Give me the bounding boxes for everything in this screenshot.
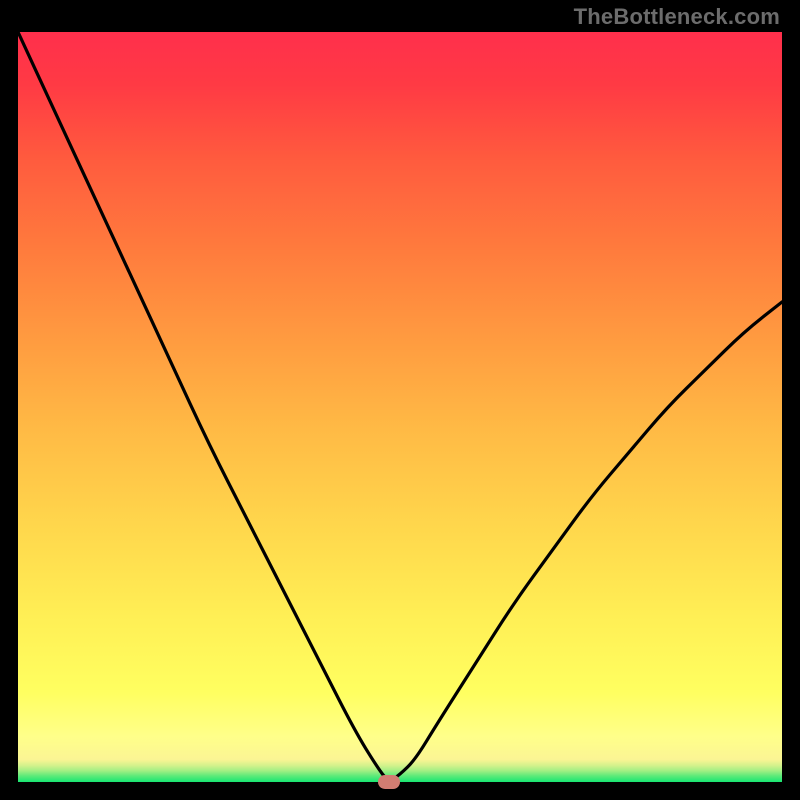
bottleneck-curve xyxy=(18,32,782,780)
minimum-marker xyxy=(378,775,400,789)
curve-svg xyxy=(18,32,782,782)
chart-frame: TheBottleneck.com xyxy=(0,0,800,800)
watermark-text: TheBottleneck.com xyxy=(574,4,780,30)
